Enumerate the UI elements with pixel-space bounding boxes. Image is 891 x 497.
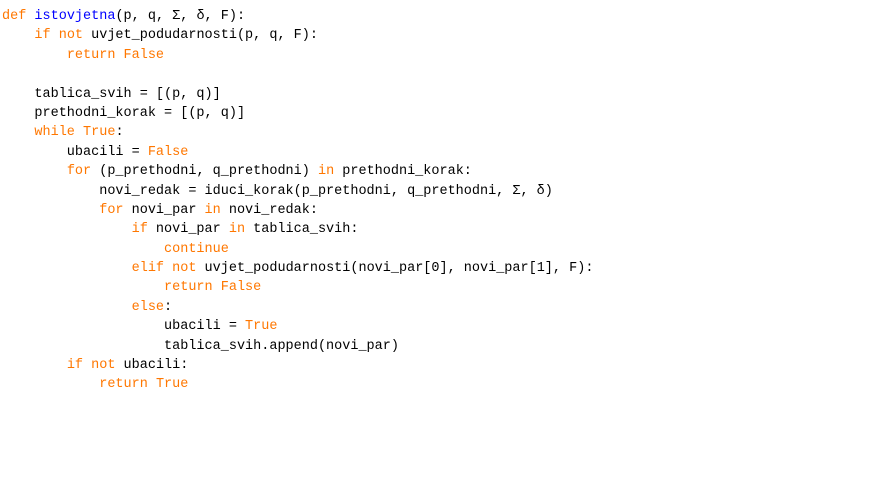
code-keyword: in (317, 164, 335, 180)
code-token: tablica_svih.append(novi_par) (2, 338, 399, 354)
code-keyword: False (123, 47, 165, 63)
code-line: ubacili = False (2, 143, 593, 162)
code-line: prethodni_korak = [(p, q)] (2, 104, 593, 123)
code-block: def istovjetna(p, q, Σ, δ, F): if not uv… (2, 7, 593, 395)
code-keyword: return (99, 377, 148, 393)
code-token: prethodni_korak = [(p, q)] (2, 105, 246, 121)
code-token: (p, q, Σ, δ, F): (115, 9, 246, 24)
code-line: for novi_par in novi_redak: (2, 201, 593, 220)
code-line: if novi_par in tablica_svih: (2, 220, 593, 239)
code-keyword: return (164, 280, 213, 296)
code-line: tablica_svih = [(p, q)] (2, 85, 593, 104)
code-token: ubacili = (2, 144, 148, 160)
code-keyword: True (155, 377, 189, 393)
code-keyword: if (131, 222, 148, 238)
code-keyword: return (66, 47, 116, 63)
code-keyword: not (58, 28, 84, 44)
code-token: ubacili: (115, 358, 189, 374)
code-line: while True: (2, 123, 593, 142)
code-keyword: while (34, 125, 75, 141)
code-token: novi_redak: (220, 202, 318, 218)
code-line: else: (2, 298, 593, 317)
code-function-name: istovjetna (34, 9, 116, 24)
code-keyword: else (131, 299, 165, 315)
code-line: def istovjetna(p, q, Σ, δ, F): (2, 7, 593, 26)
code-token: novi_par (147, 222, 229, 238)
code-keyword: False (147, 144, 189, 160)
code-line: tablica_svih.append(novi_par) (2, 337, 593, 356)
code-keyword: not (172, 261, 197, 277)
code-token: uvjet_podudarnosti(p, q, F): (83, 28, 318, 44)
code-line: return False (2, 278, 593, 297)
code-line: for (p_prethodni, q_prethodni) in pretho… (2, 162, 593, 181)
code-token: tablica_svih = [(p, q)] (2, 86, 221, 102)
code-token: ubacili = (2, 319, 246, 335)
code-token: prethodni_korak: (334, 164, 472, 180)
code-keyword: for (99, 202, 124, 218)
code-keyword: if (66, 358, 84, 374)
code-keyword: in (228, 222, 246, 238)
code-line: elif not uvjet_podudarnosti(novi_par[0],… (2, 259, 594, 278)
code-line: return False (2, 46, 593, 65)
code-line: if not uvjet_podudarnosti(p, q, F): (2, 26, 593, 45)
code-keyword: True (83, 125, 116, 141)
code-keyword: continue (164, 241, 229, 257)
code-keyword: if (34, 28, 51, 44)
code-keyword: def (2, 9, 27, 24)
code-keyword: not (91, 358, 116, 374)
code-line: ubacili = True (2, 317, 593, 336)
code-token: : (164, 299, 173, 315)
code-token: novi_redak = iduci_korak(p_prethodni, q_… (2, 183, 553, 199)
code-keyword: in (204, 202, 221, 218)
code-keyword: True (245, 319, 278, 335)
code-token: : (115, 125, 124, 141)
code-line: continue (2, 240, 593, 259)
code-keyword: False (220, 280, 262, 296)
code-line: return True (2, 375, 593, 394)
code-line: if not ubacili: (2, 356, 593, 375)
code-token: uvjet_podudarnosti(novi_par[0], novi_par… (196, 261, 594, 277)
code-line: novi_redak = iduci_korak(p_prethodni, q_… (2, 182, 593, 201)
code-keyword: for (66, 164, 92, 180)
code-token: novi_par (123, 202, 205, 218)
code-line: ​ (2, 65, 593, 84)
code-token: tablica_svih: (245, 222, 359, 238)
code-token: (p_prethodni, q_prethodni) (91, 164, 318, 180)
code-keyword: elif (131, 261, 165, 277)
